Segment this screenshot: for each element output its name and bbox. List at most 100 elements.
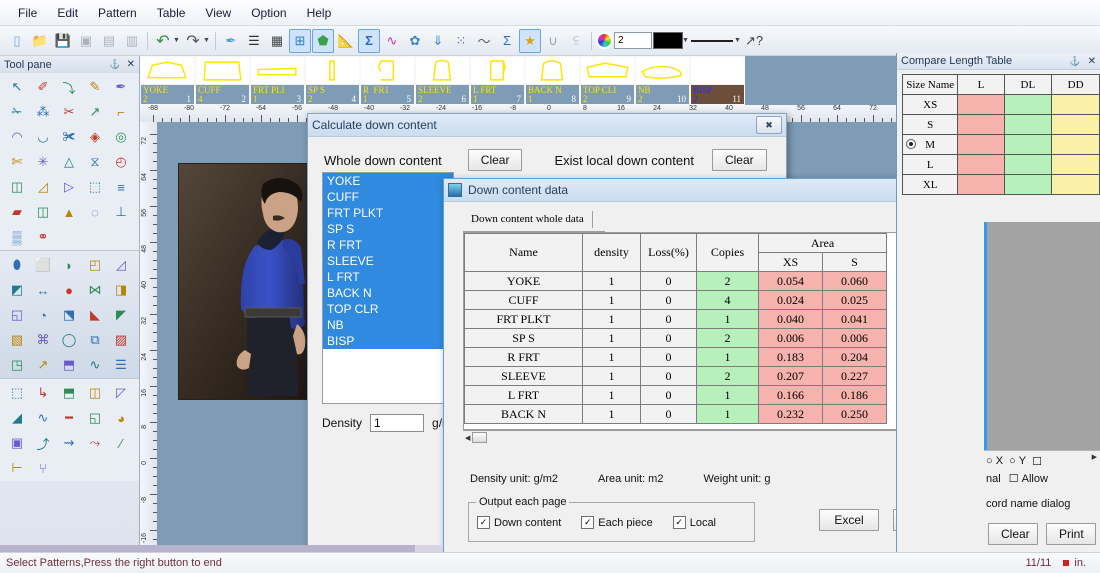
compare-column-dl[interactable]: DL xyxy=(1004,75,1052,95)
radio-y[interactable]: ○ Y xyxy=(1009,455,1026,467)
tool-icon-23[interactable]: ⬚ xyxy=(82,175,108,199)
exist-clear-button[interactable]: Clear xyxy=(712,149,767,171)
piece-list-item[interactable]: FRT PLKT xyxy=(323,205,453,221)
table-row[interactable]: YOKE1020.0540.060 xyxy=(465,272,887,291)
pattern-piece-nb[interactable]: NB210 xyxy=(635,56,690,105)
compare-column-size-name[interactable]: Size Name xyxy=(903,75,958,95)
checkbox-down-content[interactable]: ✓Down content xyxy=(477,516,561,529)
tool-icon-22[interactable]: ⬒ xyxy=(56,353,82,377)
close-icon[interactable]: ✕ xyxy=(127,59,135,70)
compare-size-name[interactable]: S xyxy=(903,115,958,135)
tool-icon-2[interactable]: ⬒ xyxy=(56,381,82,405)
compare-size-name[interactable]: XL xyxy=(903,175,958,195)
down-content-table-wrap[interactable]: NamedensityLoss(%)CopiesAreaXSSYOKE1020.… xyxy=(463,232,965,430)
tool-icon-16[interactable]: ⑂ xyxy=(30,456,56,480)
compare-column-l[interactable]: L xyxy=(958,75,1004,95)
tool-icon-1[interactable]: ✐ xyxy=(30,75,56,99)
tool-icon-10[interactable]: ▣ xyxy=(4,431,30,455)
scatter-icon[interactable]: ⁙ xyxy=(450,29,472,53)
tool-icon-6[interactable]: ↔ xyxy=(30,278,56,302)
tool-icon-19[interactable]: ▨ xyxy=(108,328,134,352)
scroll-left-icon[interactable]: ◀ xyxy=(465,434,470,442)
chart-icon[interactable]: 〜 xyxy=(473,29,495,53)
compare-size-name[interactable]: M xyxy=(903,135,958,155)
tool-icon-8[interactable]: ◱ xyxy=(82,406,108,430)
tool-icon-22[interactable]: ▷ xyxy=(56,175,82,199)
tool-icon-28[interactable]: ◌ xyxy=(82,200,108,224)
color-wheel-icon[interactable] xyxy=(596,32,613,49)
tool-icon-25[interactable]: ▰ xyxy=(4,200,30,224)
piece-list-item[interactable]: NB xyxy=(323,317,453,333)
tool-icon-21[interactable]: ↗ xyxy=(30,353,56,377)
tool-icon-24[interactable]: ☰ xyxy=(108,353,134,377)
tool-icon-11[interactable]: ◡ xyxy=(30,125,56,149)
color-swatch[interactable] xyxy=(653,32,683,49)
tool-icon-5[interactable]: ◩ xyxy=(4,278,30,302)
pattern-piece-l-frt[interactable]: L FRT17 xyxy=(470,56,525,105)
arc-double-icon[interactable]: ⫅ xyxy=(565,29,587,53)
compare-row[interactable]: M xyxy=(903,135,1100,155)
color-dropdown-icon[interactable]: ▼ xyxy=(682,37,690,44)
measure-icon[interactable]: 📐 xyxy=(335,29,357,53)
checkbox-local[interactable]: ✓Local xyxy=(673,516,716,529)
tool-icon-15[interactable]: ▧ xyxy=(4,328,30,352)
undo-dropdown-icon[interactable]: ▼ xyxy=(173,37,181,44)
tool-icon-9[interactable]: ◕ xyxy=(108,406,134,430)
tool-icon-16[interactable]: ⌘ xyxy=(30,328,56,352)
table-row[interactable]: SLEEVE1020.2070.227 xyxy=(465,367,887,386)
tool-icon-7[interactable]: ━ xyxy=(56,406,82,430)
compare-length-table[interactable]: Size NameLDLDDXSSMLXL xyxy=(902,74,1100,195)
tool-icon-6[interactable]: ∿ xyxy=(30,406,56,430)
piece-icon[interactable]: ⬟ xyxy=(312,29,334,53)
line-style-dropdown-icon[interactable]: ▼ xyxy=(734,37,742,44)
tool-icon-10[interactable]: ◠ xyxy=(4,125,30,149)
tool-icon-7[interactable]: ✂ xyxy=(56,100,82,124)
down-content-star-icon[interactable]: ★ xyxy=(519,29,541,53)
tool-icon-4[interactable]: ◿ xyxy=(108,253,134,277)
pattern-piece-sp-s[interactable]: SP S24 xyxy=(305,56,360,105)
piece-list-item[interactable]: CUFF xyxy=(323,189,453,205)
tool-icon-14[interactable]: ◤ xyxy=(108,303,134,327)
compare-column-dd[interactable]: DD xyxy=(1052,75,1100,95)
menu-item-option[interactable]: Option xyxy=(241,3,296,23)
compare-row[interactable]: L xyxy=(903,155,1100,175)
compare-row[interactable]: XS xyxy=(903,95,1100,115)
tab-down-content-whole-data[interactable]: Down content whole data xyxy=(463,211,593,228)
menu-item-help[interactable]: Help xyxy=(297,3,342,23)
column-header-area[interactable]: Area xyxy=(759,234,887,253)
grid-table-icon[interactable]: ▦ xyxy=(266,29,288,53)
tool-icon-19[interactable]: ◴ xyxy=(108,150,134,174)
tool-icon-0[interactable]: ↖ xyxy=(4,75,30,99)
compare-size-name[interactable]: XS xyxy=(903,95,958,115)
tool-icon-20[interactable]: ◳ xyxy=(4,353,30,377)
radio-x[interactable]: ○ X xyxy=(986,455,1003,467)
tool-icon-2[interactable]: ◗ xyxy=(56,253,82,277)
whole-clear-button[interactable]: Clear xyxy=(468,149,523,171)
tool-icon-20[interactable]: ◫ xyxy=(4,175,30,199)
table-row[interactable]: L FRT1010.1660.186 xyxy=(465,386,887,405)
pin-icon[interactable]: ⚓ xyxy=(109,59,120,70)
tool-icon-23[interactable]: ∿ xyxy=(82,353,108,377)
pattern-piece-yoke[interactable]: YOKE21 xyxy=(140,56,195,105)
table-row[interactable]: FRT PLKT1010.0400.041 xyxy=(465,310,887,329)
tool-icon-8[interactable]: ⋈ xyxy=(82,278,108,302)
tool-icon-11[interactable]: ⤴ xyxy=(30,431,56,455)
tool-icon-21[interactable]: ◿ xyxy=(30,175,56,199)
tool-icon-18[interactable]: ⧉ xyxy=(82,328,108,352)
paint-icon[interactable]: ✒ xyxy=(220,29,242,53)
piece-list-item[interactable]: L FRT xyxy=(323,269,453,285)
menu-item-view[interactable]: View xyxy=(195,3,241,23)
tool-icon-5[interactable]: ◢ xyxy=(4,406,30,430)
tool-icon-16[interactable]: ✳ xyxy=(30,150,56,174)
piece-list-item[interactable]: R FRT xyxy=(323,237,453,253)
extra-checkbox[interactable]: ☐ xyxy=(1032,455,1042,468)
pattern-piece-sleeve[interactable]: SLEEVE26 xyxy=(415,56,470,105)
piece-list-item[interactable]: SP S xyxy=(323,221,453,237)
new-file-icon[interactable]: ▯ xyxy=(6,29,28,53)
tool-icon-13[interactable]: ◈ xyxy=(82,125,108,149)
density-input[interactable] xyxy=(370,414,424,432)
tool-icon-18[interactable]: ⧖ xyxy=(82,150,108,174)
compare-row[interactable]: S xyxy=(903,115,1100,135)
tool-icon-9[interactable]: ⌐ xyxy=(108,100,134,124)
tool-icon-0[interactable]: ⬚ xyxy=(4,381,30,405)
